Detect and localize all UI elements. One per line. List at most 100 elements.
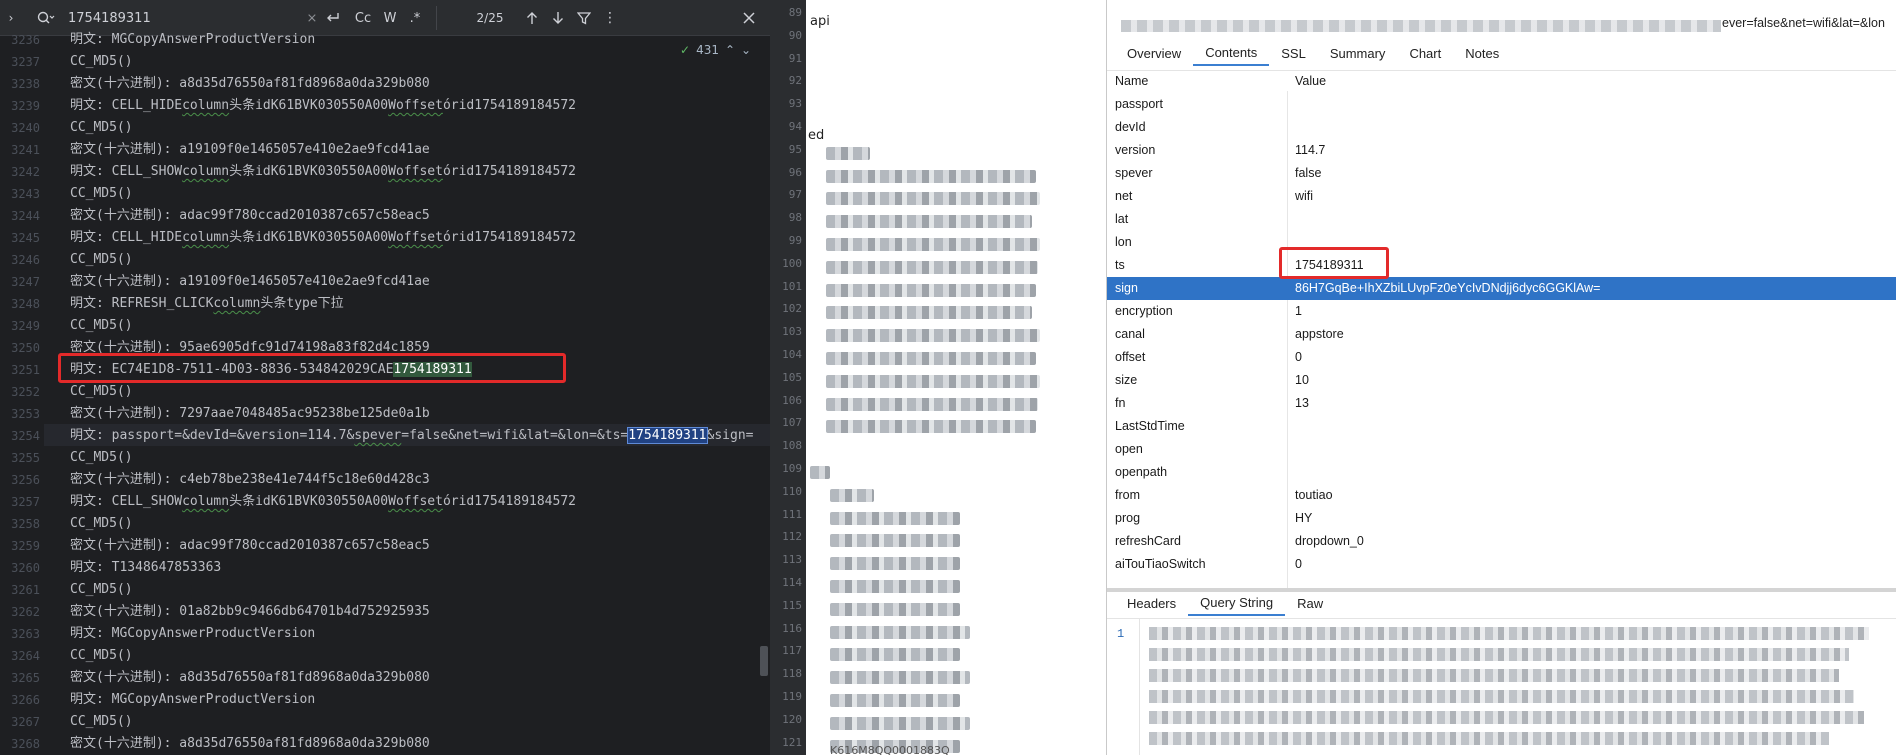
code-line[interactable]: CC_MD5() <box>70 183 133 205</box>
line-number: 3268 <box>11 737 40 751</box>
scrollbar-thumb[interactable] <box>760 646 768 676</box>
param-name: prog <box>1115 511 1141 525</box>
match-case-button[interactable]: Cc <box>350 0 376 36</box>
code-line[interactable]: 密文(十六进制): a19109f0e1465057e410e2ae9fcd41… <box>70 271 430 293</box>
code-line[interactable]: CC_MD5() <box>70 579 133 601</box>
code-line[interactable]: 明文: T1348647853363 <box>70 557 221 579</box>
param-name: aiTouTiaoSwitch <box>1115 557 1206 571</box>
filter-icon[interactable] <box>574 0 594 36</box>
table-row[interactable]: from toutiao <box>1107 484 1896 507</box>
code-line[interactable]: 明文: REFRESH_CLICKcolumn头条type下拉 <box>70 293 344 315</box>
tree-line-number: 112 <box>782 530 802 544</box>
code-line[interactable]: 明文: CELL_HIDEcolumn头条idK61BVK030550A00Wo… <box>70 227 576 249</box>
code-line[interactable]: 明文: MGCopyAnswerProductVersion <box>70 29 315 51</box>
table-row[interactable]: passport <box>1107 93 1896 116</box>
tree-line-number: 109 <box>782 462 802 475</box>
table-row[interactable]: aiTouTiaoSwitch 0 <box>1107 553 1896 576</box>
tab-raw[interactable]: Raw <box>1285 590 1335 616</box>
tree-line-number: 117 <box>782 644 802 658</box>
chevron-down-icon[interactable]: ⌄ <box>741 43 751 57</box>
line-number: 3245 <box>11 231 40 245</box>
tab-chart[interactable]: Chart <box>1397 40 1453 66</box>
code-line[interactable]: CC_MD5() <box>70 447 133 469</box>
table-row[interactable]: net wifi <box>1107 185 1896 208</box>
grid-header: Name Value <box>1107 71 1896 94</box>
code-line[interactable]: 密文(十六进制): 01a82bb9c9466db64701b4d7529259… <box>70 601 430 623</box>
code-editor[interactable]: › 1754189311 ⨯ Cc W .* 2/25 ⋮ 3236 3237 32… <box>0 0 770 755</box>
whole-words-button[interactable]: W <box>380 0 400 36</box>
line-number-gutter: 3236 3237 3238 3239 3240 3241 3242 3243 3244 3245… <box>0 33 44 755</box>
table-row[interactable]: offset 0 <box>1107 346 1896 369</box>
tab-notes[interactable]: Notes <box>1453 40 1511 66</box>
tab-overview[interactable]: Overview <box>1115 40 1193 66</box>
table-row[interactable]: sign 86H7GqBe+IhXZbiLUvpFz0eYcIvDNdjj6dyc… <box>1107 277 1896 300</box>
code-line[interactable]: 明文: MGCopyAnswerProductVersion <box>70 689 315 711</box>
code-line[interactable]: CC_MD5() <box>70 513 133 535</box>
code-line[interactable]: 明文: MGCopyAnswerProductVersion <box>70 623 315 645</box>
code-line[interactable]: 密文(十六进制): a19109f0e1465057e410e2ae9fcd41… <box>70 139 430 161</box>
table-row[interactable]: fn 13 <box>1107 392 1896 415</box>
code-line[interactable]: CC_MD5() <box>70 381 133 403</box>
tab-contents[interactable]: Contents <box>1193 40 1270 66</box>
tree-row-redacted <box>826 238 1040 251</box>
close-icon[interactable] <box>738 0 760 36</box>
code-line[interactable]: CC_MD5() <box>70 315 133 337</box>
chevron-up-icon[interactable]: ⌃ <box>725 43 735 57</box>
line-number: 3254 <box>11 429 40 443</box>
line-number: 3242 <box>11 165 40 179</box>
line-number: 3244 <box>11 209 40 223</box>
inspection-widget[interactable]: ✓ 431 ⌃ ⌄ <box>680 40 751 60</box>
line-number: 3256 <box>11 473 40 487</box>
code-line[interactable]: 明文: CELL_SHOWcolumn头条idK61BVK030550A00Wo… <box>70 491 576 513</box>
code-line[interactable]: 明文: CELL_HIDEcolumn头条idK61BVK030550A00Wo… <box>70 95 576 117</box>
column-value-header[interactable]: Value <box>1295 74 1326 88</box>
code-line[interactable]: 密文(十六进制): a8d35d76550af81fd8968a0da329b0… <box>70 733 430 755</box>
table-row[interactable]: refreshCard dropdown_0 <box>1107 530 1896 553</box>
next-match-icon[interactable] <box>548 0 568 36</box>
column-name-header[interactable]: Name <box>1115 74 1148 88</box>
table-row[interactable]: ts 1754189311 <box>1107 254 1896 277</box>
table-row[interactable]: version 114.7 <box>1107 139 1896 162</box>
table-row[interactable]: spever false <box>1107 162 1896 185</box>
line-number: 3247 <box>11 275 40 289</box>
request-url: ever=false&net=wifi&lat=&lon <box>1107 12 1896 40</box>
param-value: 13 <box>1295 396 1309 410</box>
table-row[interactable]: encryption 1 <box>1107 300 1896 323</box>
code-line[interactable]: CC_MD5() <box>70 117 133 139</box>
code-line[interactable]: CC_MD5() <box>70 711 133 733</box>
tree-line-number: 115 <box>782 598 802 612</box>
table-row[interactable]: canal appstore <box>1107 323 1896 346</box>
table-row[interactable]: openpath <box>1107 461 1896 484</box>
tab-query-string[interactable]: Query String <box>1188 590 1286 616</box>
tree-line-number: 97 <box>788 188 802 202</box>
table-row[interactable]: LastStdTime <box>1107 415 1896 438</box>
code-line[interactable]: 密文(十六进制): a8d35d76550af81fd8968a0da329b0… <box>70 667 430 689</box>
code-line[interactable]: 密文(十六进制): c4eb78be238e41e744f5c18e60d428… <box>70 469 430 491</box>
tree-row-redacted <box>826 146 870 160</box>
tree-line-number: 90 <box>788 28 802 42</box>
more-options-icon[interactable]: ⋮ <box>600 0 620 36</box>
tab-ssl[interactable]: SSL <box>1269 40 1318 66</box>
tab-summary[interactable]: Summary <box>1318 40 1398 66</box>
table-row[interactable]: devId <box>1107 116 1896 139</box>
table-row[interactable]: open <box>1107 438 1896 461</box>
new-line-icon[interactable] <box>322 0 344 36</box>
table-row[interactable]: prog HY <box>1107 507 1896 530</box>
regex-button[interactable]: .* <box>404 0 426 36</box>
raw-text-view[interactable]: 1 <box>1107 618 1896 755</box>
code-line[interactable]: 明文: CELL_SHOWcolumn头条idK61BVK030550A00Wo… <box>70 161 576 183</box>
code-line[interactable]: CC_MD5() <box>70 645 133 667</box>
code-line[interactable]: CC_MD5() <box>70 51 133 73</box>
line-number: 3255 <box>11 451 40 465</box>
code-line[interactable]: 密文(十六进制): adac99f780ccad2010387c657c58ea… <box>70 205 430 227</box>
code-line[interactable]: 密文(十六进制): a8d35d76550af81fd8968a0da329b0… <box>70 73 430 95</box>
code-line[interactable]: CC_MD5() <box>70 249 133 271</box>
previous-match-icon[interactable] <box>522 0 542 36</box>
table-row[interactable]: size 10 <box>1107 369 1896 392</box>
table-row[interactable]: lat <box>1107 208 1896 231</box>
tab-headers[interactable]: Headers <box>1115 590 1188 616</box>
table-row[interactable]: lon <box>1107 231 1896 254</box>
code-line[interactable]: 明文: passport=&devId=&version=114.7&speve… <box>70 425 753 447</box>
code-line[interactable]: 密文(十六进制): adac99f780ccad2010387c657c58ea… <box>70 535 430 557</box>
code-line[interactable]: 密文(十六进制): 7297aae7048485ac95238be125de0a… <box>70 403 430 425</box>
